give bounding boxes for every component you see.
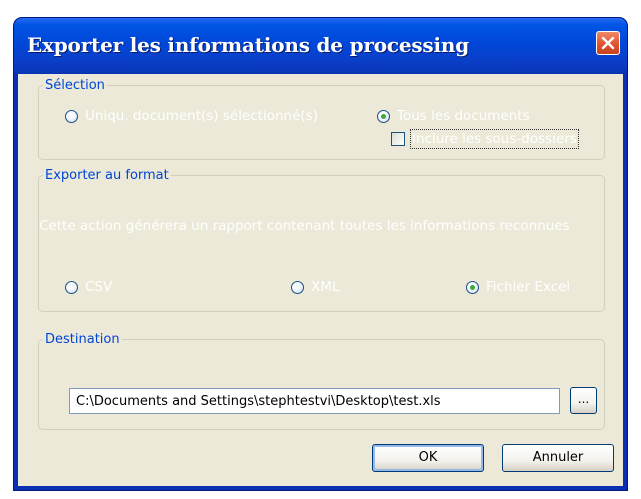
title-bar[interactable]: Exporter les informations de processing: [14, 18, 627, 74]
radio-csv-label: CSV: [85, 279, 113, 295]
browse-button[interactable]: ...: [570, 387, 597, 414]
export-dialog: Exporter les informations de processing …: [14, 18, 627, 490]
format-legend: Exporter au format: [45, 168, 169, 183]
destination-legend: Destination: [45, 332, 120, 347]
radio-xml[interactable]: XML: [291, 279, 339, 295]
checkbox-include-subfolders[interactable]: Inclure les sous-dossiers: [391, 129, 579, 149]
radio-circle[interactable]: [291, 280, 304, 294]
radio-all-documents-label: Tous les documents: [397, 108, 530, 124]
destination-group: Destination: [38, 332, 605, 430]
destination-path-input[interactable]: [69, 388, 560, 414]
radio-selected-documents[interactable]: Uniqu. document(s) sélectionné(s): [65, 108, 318, 124]
close-button[interactable]: [596, 31, 620, 55]
cancel-button[interactable]: Annuler: [502, 444, 614, 472]
radio-all-documents[interactable]: Tous les documents: [377, 108, 530, 124]
radio-excel-label: Fichier Excel: [486, 279, 571, 295]
radio-circle[interactable]: [65, 280, 78, 294]
radio-circle-checked[interactable]: [377, 109, 390, 123]
radio-xml-label: XML: [311, 279, 340, 295]
radio-csv[interactable]: CSV: [65, 279, 112, 295]
selection-legend: Sélection: [45, 78, 105, 93]
checkbox-include-subfolders-label: Inclure les sous-dossiers: [410, 129, 579, 149]
window-title: Exporter les informations de processing: [27, 33, 469, 57]
format-description: Cette action générera un rapport contena…: [39, 218, 570, 234]
close-icon: [601, 36, 615, 50]
radio-selected-documents-label: Uniqu. document(s) sélectionné(s): [85, 108, 318, 124]
radio-circle-checked[interactable]: [466, 280, 479, 294]
checkbox-box[interactable]: [391, 132, 405, 146]
radio-circle[interactable]: [65, 109, 78, 123]
dialog-body: Sélection Uniqu. document(s) sélectionné…: [18, 74, 623, 486]
ok-button[interactable]: OK: [372, 444, 484, 472]
radio-excel[interactable]: Fichier Excel: [466, 279, 570, 295]
